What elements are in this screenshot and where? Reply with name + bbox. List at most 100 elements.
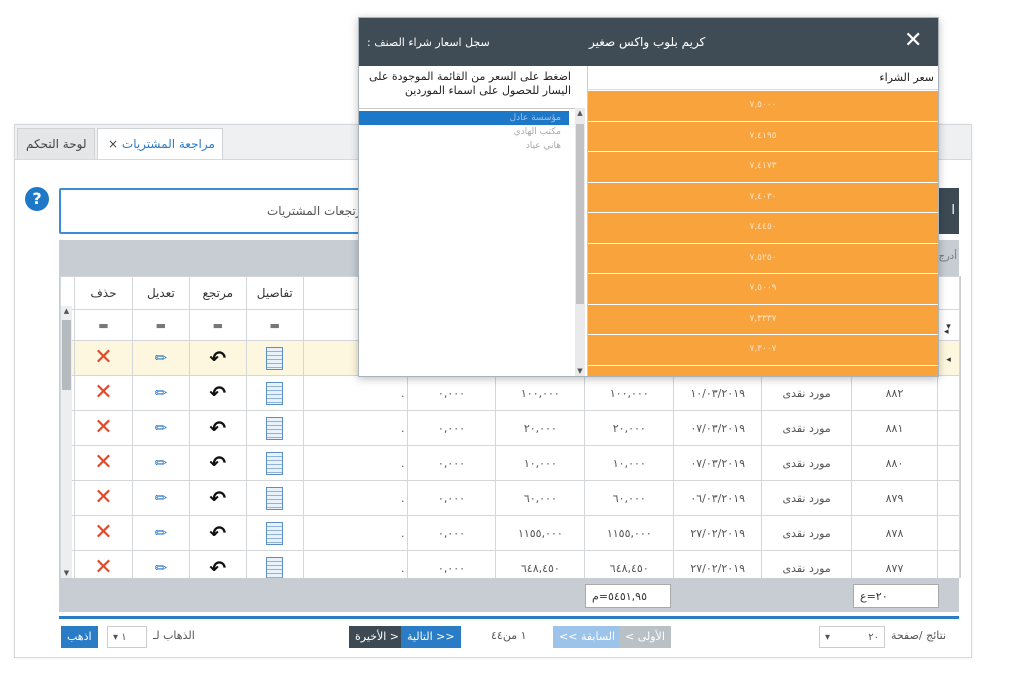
- suppliers-list-item[interactable]: مؤسسة عادل: [359, 111, 569, 125]
- price-item[interactable]: ٧,٣٠٠٧: [588, 335, 938, 366]
- edit-pencil-icon[interactable]: ✏: [155, 559, 168, 577]
- table-row[interactable]: ✕ ✏ ↶. ٠,٠٠٠ ١١٥٥,٠٠٠ ١١٥٥,٠٠٠ ٢٧/٠٢/٢٠١٩ مورد …: [60, 515, 960, 551]
- price-item[interactable]: ٧,٥٠٠٩: [588, 274, 938, 305]
- table-row[interactable]: ✕ ✏ ↶. ٠,٠٠٠ ٦٠,٠٠٠ ٦٠,٠٠٠ ٠٦/٠٣/٢٠١٩ مورد نقدى…: [60, 480, 960, 516]
- price-item[interactable]: ٧,٣٠٠٠: [588, 365, 938, 376]
- details-cell[interactable]: [245, 550, 304, 578]
- return-cell[interactable]: ↶: [188, 515, 247, 551]
- details-cell[interactable]: [245, 375, 304, 411]
- suppliers-scroll-thumb[interactable]: [576, 124, 584, 304]
- return-undo-icon[interactable]: ↶: [209, 451, 226, 475]
- edit-cell[interactable]: ✏: [131, 480, 190, 516]
- price-item[interactable]: ٧,٣٣٣٧: [588, 304, 938, 335]
- details-cell[interactable]: [245, 445, 304, 481]
- details-document-icon[interactable]: [266, 451, 284, 475]
- return-cell[interactable]: ↶: [188, 375, 247, 411]
- return-undo-icon[interactable]: ↶: [209, 381, 226, 405]
- delete-icon[interactable]: ✕: [94, 345, 112, 370]
- scroll-down-icon[interactable]: ▼: [62, 568, 71, 578]
- details-cell[interactable]: [245, 480, 304, 516]
- delete-icon[interactable]: ✕: [94, 380, 112, 405]
- filter-cell[interactable]: ▬: [245, 309, 304, 341]
- edit-cell[interactable]: ✏: [131, 410, 190, 446]
- edit-pencil-icon[interactable]: ✏: [155, 419, 168, 437]
- return-undo-icon[interactable]: ↶: [209, 556, 226, 578]
- details-document-icon[interactable]: [266, 556, 284, 578]
- filter-cell[interactable]: ▬: [188, 309, 247, 341]
- return-cell[interactable]: ↶: [188, 340, 247, 376]
- next-page-button[interactable]: التالية >>: [401, 626, 461, 648]
- page-select[interactable]: ▾ ١: [107, 626, 147, 648]
- scroll-thumb[interactable]: [62, 320, 71, 390]
- details-cell[interactable]: [245, 340, 304, 376]
- modal-close-icon[interactable]: ✕: [904, 28, 922, 53]
- go-button[interactable]: اذهب: [61, 626, 98, 648]
- table-row[interactable]: ✕ ✏ ↶. ٠,٠٠٠ ٢٠,٠٠٠ ٢٠,٠٠٠ ٠٧/٠٣/٢٠١٩ مورد نقدى…: [60, 410, 960, 446]
- return-cell[interactable]: ↶: [188, 410, 247, 446]
- grid-vertical-scrollbar[interactable]: ▲ ▼: [61, 306, 72, 578]
- price-item[interactable]: ٧,٥٠٠٠: [588, 91, 938, 122]
- return-undo-icon[interactable]: ↶: [209, 521, 226, 545]
- edit-cell[interactable]: ✏: [131, 515, 190, 551]
- delete-cell[interactable]: ✕: [73, 410, 133, 446]
- delete-icon[interactable]: ✕: [94, 450, 112, 475]
- details-document-icon[interactable]: [266, 521, 284, 545]
- delete-icon[interactable]: ✕: [94, 555, 112, 579]
- return-cell[interactable]: ↶: [188, 480, 247, 516]
- price-item[interactable]: ٧,٤٠٣٠: [588, 182, 938, 213]
- delete-cell[interactable]: ✕: [73, 480, 133, 516]
- edit-pencil-icon[interactable]: ✏: [155, 384, 168, 402]
- tab-close-icon[interactable]: ×: [108, 137, 118, 151]
- details-document-icon[interactable]: [266, 416, 284, 440]
- suppliers-list-item[interactable]: مكتب الهادي: [359, 125, 569, 139]
- tab-dashboard[interactable]: لوحة التحكم: [17, 128, 95, 159]
- table-row[interactable]: ✕ ✏ ↶. ٠,٠٠٠ ١٠,٠٠٠ ١٠,٠٠٠ ٠٧/٠٣/٢٠١٩ مورد نقدى…: [60, 445, 960, 481]
- delete-icon[interactable]: ✕: [94, 485, 112, 510]
- first-page-button[interactable]: < الأولى: [619, 626, 671, 648]
- return-cell[interactable]: ↶: [188, 445, 247, 481]
- help-icon[interactable]: ?: [25, 187, 49, 211]
- delete-cell[interactable]: ✕: [73, 515, 133, 551]
- price-item[interactable]: ٧,٤١٩٥: [588, 121, 938, 152]
- price-item[interactable]: ٧,٥٢٥٠: [588, 243, 938, 274]
- scroll-up-icon[interactable]: ▲: [575, 108, 585, 118]
- price-item[interactable]: ٧,٤١٧٣: [588, 152, 938, 183]
- details-cell[interactable]: [245, 515, 304, 551]
- table-row[interactable]: ✕ ✏ ↶. ٠,٠٠٠ ٦٤٨,٤٥٠ ٦٤٨,٤٥٠ ٢٧/٠٢/٢٠١٩ مورد نق…: [60, 550, 960, 579]
- per-page-select[interactable]: ▾ ٢٠: [819, 626, 885, 648]
- return-undo-icon[interactable]: ↶: [209, 416, 226, 440]
- delete-cell[interactable]: ✕: [73, 340, 133, 376]
- edit-pencil-icon[interactable]: ✏: [155, 489, 168, 507]
- cell-supplier: مورد نقدى: [761, 445, 853, 481]
- details-document-icon[interactable]: [266, 381, 284, 405]
- edit-pencil-icon[interactable]: ✏: [155, 454, 168, 472]
- filter-cell[interactable]: ▬: [131, 309, 190, 341]
- scroll-down-icon[interactable]: ▼: [575, 366, 585, 376]
- edit-pencil-icon[interactable]: ✏: [155, 524, 168, 542]
- details-cell[interactable]: [245, 410, 304, 446]
- suppliers-list-item[interactable]: هاني عياد: [359, 139, 569, 153]
- edit-cell[interactable]: ✏: [131, 445, 190, 481]
- edit-cell[interactable]: ✏: [131, 340, 190, 376]
- scroll-up-icon[interactable]: ▲: [62, 306, 71, 316]
- prev-page-button[interactable]: << السابقة: [553, 626, 622, 648]
- filter-cell[interactable]: ▬: [73, 309, 133, 341]
- return-undo-icon[interactable]: ↶: [209, 486, 226, 510]
- edit-cell[interactable]: ✏: [131, 375, 190, 411]
- delete-icon[interactable]: ✕: [94, 520, 112, 545]
- suppliers-scrollbar[interactable]: ▲ ▼: [575, 108, 585, 376]
- edit-pencil-icon[interactable]: ✏: [155, 349, 168, 367]
- return-cell[interactable]: ↶: [188, 550, 247, 578]
- tab-purchase-review[interactable]: × مراجعة المشتريات: [97, 128, 223, 159]
- price-item[interactable]: ٧,٤٤٥٠: [588, 213, 938, 244]
- details-document-icon[interactable]: [266, 486, 284, 510]
- table-row[interactable]: ✕ ✏ ↶. ٠,٠٠٠ ١٠٠,٠٠٠ ١٠٠,٠٠٠ ١٠/٠٣/٢٠١٩ مورد نق…: [60, 375, 960, 411]
- delete-cell[interactable]: ✕: [73, 550, 133, 579]
- delete-icon[interactable]: ✕: [94, 415, 112, 440]
- last-page-button[interactable]: الأخيرة >: [349, 626, 405, 648]
- delete-cell[interactable]: ✕: [73, 445, 133, 481]
- return-undo-icon[interactable]: ↶: [209, 346, 226, 370]
- details-document-icon[interactable]: [266, 346, 284, 370]
- delete-cell[interactable]: ✕: [73, 375, 133, 411]
- edit-cell[interactable]: ✏: [131, 550, 190, 578]
